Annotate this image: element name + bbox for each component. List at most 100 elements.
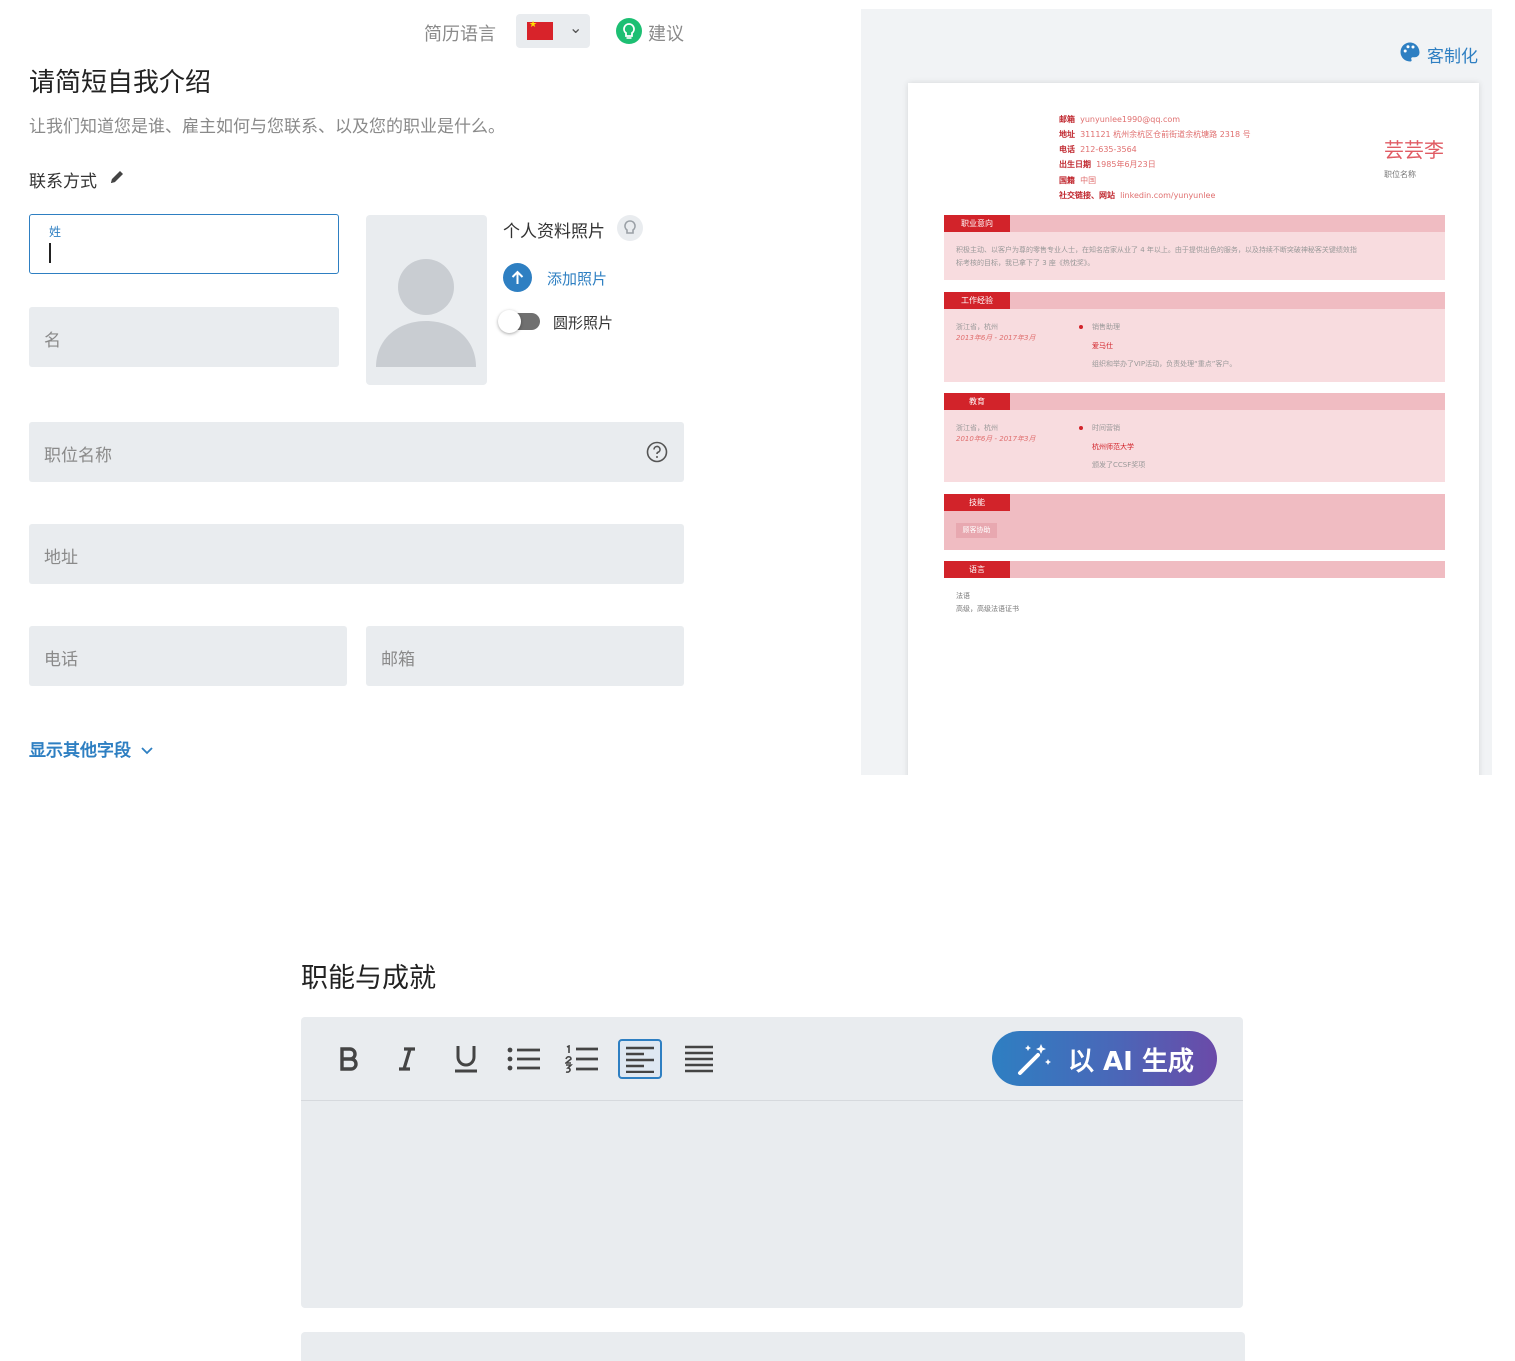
round-photo-toggle[interactable] bbox=[498, 310, 540, 333]
contact-email-row: 邮箱 yunyunlee1990@qq.com bbox=[1059, 115, 1181, 124]
magic-wand-icon bbox=[1018, 1044, 1051, 1075]
language-level: 高级，高级法语证书 bbox=[956, 605, 1019, 613]
first-name-field[interactable]: 名 bbox=[29, 307, 339, 367]
chevron-down-icon: ⌄ bbox=[569, 18, 583, 37]
bold-button[interactable] bbox=[328, 1039, 372, 1079]
italic-button[interactable] bbox=[385, 1039, 429, 1079]
education-school: 杭州师范大学 bbox=[1092, 443, 1134, 451]
chinese-flag-icon: ★ bbox=[527, 20, 553, 40]
bullet-icon bbox=[1079, 325, 1083, 329]
objective-text-line: 积极主动、以客户为尊的零售专业人士，在知名店家从业了 4 年以上。由于提供出色的… bbox=[956, 246, 1357, 254]
phone-placeholder: 电话 bbox=[44, 650, 78, 670]
underline-icon bbox=[455, 1046, 477, 1073]
bold-icon bbox=[340, 1047, 358, 1071]
underline-button[interactable] bbox=[444, 1039, 488, 1079]
education-location: 浙江省，杭州 bbox=[956, 424, 998, 432]
job-title-field[interactable]: 职位名称 bbox=[29, 422, 684, 482]
last-name-label: 姓 bbox=[49, 225, 62, 239]
ai-generate-button[interactable]: 以 AI 生成 bbox=[992, 1031, 1217, 1086]
italic-icon bbox=[399, 1047, 415, 1071]
lightbulb-icon[interactable] bbox=[616, 18, 642, 44]
align-left-button[interactable] bbox=[618, 1039, 662, 1079]
experience-company: 爱马仕 bbox=[1092, 342, 1113, 350]
align-left-icon bbox=[626, 1046, 654, 1073]
numbered-list-icon bbox=[565, 1045, 598, 1073]
bullet-icon bbox=[1079, 426, 1083, 430]
pencil-icon[interactable] bbox=[108, 168, 126, 190]
address-field[interactable]: 地址 bbox=[29, 524, 684, 584]
contact-nationality-row: 国籍 中国 bbox=[1059, 176, 1097, 185]
section-title: 教育 bbox=[944, 393, 1010, 410]
profile-photo-placeholder[interactable] bbox=[366, 215, 487, 385]
section-header-bar bbox=[944, 561, 1445, 578]
resume-sheet: 邮箱 yunyunlee1990@qq.com 地址 311121 杭州余杭区仓… bbox=[908, 83, 1479, 775]
section-title: 工作经验 bbox=[944, 292, 1010, 309]
skill-chip: 顾客协助 bbox=[956, 523, 997, 538]
experience-description: 组织和举办了VIP活动，负责处理“重点”客户。 bbox=[1092, 360, 1237, 368]
job-title-placeholder: 职位名称 bbox=[44, 446, 112, 466]
experience-location: 浙江省，杭州 bbox=[956, 323, 998, 331]
resume-language-select[interactable]: ★ ⌄ bbox=[516, 14, 590, 48]
section-header-bar bbox=[944, 393, 1445, 410]
show-more-fields-link[interactable]: 显示其他字段 bbox=[29, 736, 153, 761]
resume-job-title: 职位名称 bbox=[1384, 170, 1416, 179]
round-photo-label: 圆形照片 bbox=[553, 314, 614, 332]
section-title: 职业意向 bbox=[944, 215, 1010, 232]
page-title: 请简短自我介绍 bbox=[29, 68, 212, 98]
email-field[interactable]: 邮箱 bbox=[366, 626, 684, 686]
bullet-list-button[interactable] bbox=[502, 1039, 546, 1079]
next-field-partial[interactable] bbox=[301, 1332, 1245, 1361]
first-name-placeholder: 名 bbox=[44, 331, 61, 351]
resume-name: 芸芸李 bbox=[1384, 138, 1444, 162]
add-photo-link[interactable]: 添加照片 bbox=[547, 268, 607, 289]
toggle-knob bbox=[498, 310, 521, 333]
experience-dates: 2013年6月 - 2017年3月 bbox=[956, 334, 1036, 342]
last-name-field[interactable]: 姓 bbox=[29, 214, 339, 274]
palette-icon[interactable] bbox=[1399, 41, 1421, 67]
objective-text-line: 标考核的目标，我已拿下了 3 座《热忱奖》。 bbox=[956, 259, 1095, 267]
language-name: 法语 bbox=[956, 592, 970, 600]
contact-links-row: 社交链接、网站 linkedin.com/yunyunlee bbox=[1059, 191, 1216, 200]
contact-birthdate-row: 出生日期 1985年6月23日 bbox=[1059, 160, 1156, 169]
skills-achievements-title: 职能与成就 bbox=[301, 963, 436, 994]
resume-section-education: 教育 浙江省，杭州 2010年6月 - 2017年3月 时间营销 杭州师范大学 … bbox=[944, 393, 1445, 482]
customize-link[interactable]: 客制化 bbox=[1427, 42, 1478, 67]
justify-button[interactable] bbox=[677, 1039, 721, 1079]
section-header-bar bbox=[944, 494, 1445, 511]
chevron-down-icon bbox=[141, 747, 153, 755]
email-placeholder: 邮箱 bbox=[381, 650, 415, 670]
address-placeholder: 地址 bbox=[44, 548, 78, 568]
rich-text-editor[interactable]: 以 AI 生成 bbox=[301, 1017, 1243, 1308]
resume-language-label: 简历语言 bbox=[424, 24, 496, 45]
contact-phone-row: 电话 212-635-3564 bbox=[1059, 145, 1137, 154]
education-description: 颁发了CCSF奖项 bbox=[1092, 461, 1146, 469]
text-caret bbox=[49, 243, 51, 263]
avatar-icon bbox=[376, 259, 476, 367]
resume-section-skills: 技能 顾客协助 bbox=[944, 494, 1445, 550]
editor-toolbar: 以 AI 生成 bbox=[301, 1017, 1243, 1101]
ai-generate-label: 以 AI 生成 bbox=[1068, 1047, 1194, 1077]
resume-section-objective: 职业意向 积极主动、以客户为尊的零售专业人士，在知名店家从业了 4 年以上。由于… bbox=[944, 215, 1445, 280]
resume-section-experience: 工作经验 浙江省，杭州 2013年6月 - 2017年3月 销售助理 爱马仕 组… bbox=[944, 292, 1445, 382]
section-title: 语言 bbox=[944, 561, 1010, 578]
education-dates: 2010年6月 - 2017年3月 bbox=[956, 435, 1036, 443]
help-circle-icon[interactable] bbox=[646, 441, 668, 467]
section-header-bar bbox=[944, 215, 1445, 232]
profile-photo-label: 个人资料照片 bbox=[503, 222, 605, 242]
upload-arrow-icon[interactable] bbox=[503, 263, 532, 292]
tips-link[interactable]: 建议 bbox=[648, 20, 684, 46]
phone-field[interactable]: 电话 bbox=[29, 626, 347, 686]
bullet-list-icon bbox=[507, 1047, 540, 1071]
show-more-fields-label: 显示其他字段 bbox=[29, 741, 131, 761]
resume-preview-panel: 客制化 邮箱 yunyunlee1990@qq.com 地址 311121 杭州… bbox=[861, 9, 1492, 775]
experience-role: 销售助理 bbox=[1092, 323, 1120, 331]
section-title: 技能 bbox=[944, 494, 1010, 511]
page-subtitle: 让我们知道您是谁、雇主如何与您联系、以及您的职业是什么。 bbox=[29, 117, 505, 137]
section-header-bar bbox=[944, 292, 1445, 309]
editor-text-area[interactable] bbox=[301, 1102, 1243, 1308]
photo-tip-icon[interactable] bbox=[617, 215, 643, 241]
contact-address-row: 地址 311121 杭州余杭区仓前街道余杭塘路 2318 号 bbox=[1059, 130, 1251, 139]
numbered-list-button[interactable] bbox=[560, 1039, 604, 1079]
education-degree: 时间营销 bbox=[1092, 424, 1120, 432]
justify-icon bbox=[685, 1045, 713, 1073]
